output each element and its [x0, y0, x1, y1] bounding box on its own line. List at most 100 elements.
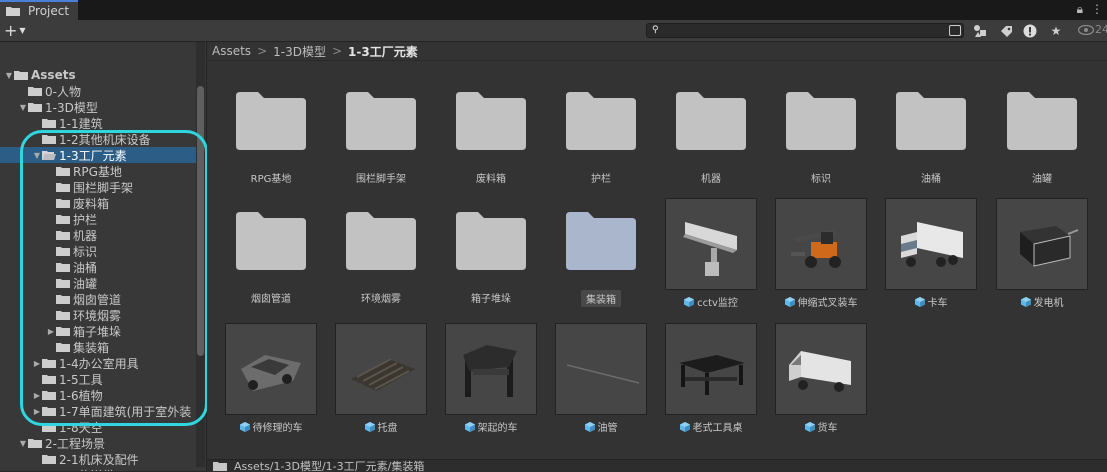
- asset-prefab[interactable]: 货车: [775, 323, 867, 434]
- asset-thumbnail[interactable]: [665, 323, 757, 415]
- asset-prefab[interactable]: 发电机: [996, 198, 1088, 309]
- filter-by-type-icon[interactable]: [972, 23, 988, 39]
- tree-item[interactable]: 围栏脚手架: [46, 179, 133, 195]
- folder-tree[interactable]: ▼ Assets 0-人物 ▼ 1-3D模型 1-1建筑 1-2其他机床设备 ▼ 1-3工厂元素…: [0, 42, 207, 471]
- asset-thumbnail[interactable]: [555, 206, 647, 276]
- asset-prefab[interactable]: 架起的车: [445, 323, 537, 434]
- tree-item[interactable]: 油罐: [46, 275, 97, 291]
- expand-arrow-down-icon[interactable]: ▼: [18, 439, 28, 448]
- asset-thumbnail[interactable]: [775, 198, 867, 290]
- asset-thumbnail[interactable]: [335, 206, 427, 276]
- tree-item[interactable]: ▶ 箱子堆垛: [46, 323, 121, 339]
- asset-folder[interactable]: 烟囱管道: [225, 206, 317, 305]
- tree-item[interactable]: ▶ 1-4办公室用具: [32, 355, 139, 371]
- tree-item[interactable]: ▼ 2-工程场景: [18, 435, 105, 451]
- tree-item[interactable]: 1-1建筑: [32, 115, 103, 131]
- scrollbar-thumb[interactable]: [197, 86, 204, 356]
- expand-arrow-right-icon[interactable]: ▶: [32, 359, 42, 368]
- asset-prefab[interactable]: 油管: [555, 323, 647, 434]
- breadcrumb-assets[interactable]: Assets: [212, 44, 251, 58]
- asset-thumbnail[interactable]: [225, 206, 317, 276]
- tree-item[interactable]: 1-8天空: [32, 419, 103, 435]
- asset-thumbnail[interactable]: [885, 198, 977, 290]
- asset-folder[interactable]: 机器: [665, 86, 757, 185]
- asset-thumbnail[interactable]: [555, 323, 647, 415]
- expand-arrow-down-icon[interactable]: ▼: [18, 103, 28, 112]
- warning-filter-icon[interactable]: [1022, 23, 1038, 39]
- asset-folder[interactable]: 护栏: [555, 86, 647, 185]
- asset-folder[interactable]: 集装箱: [555, 206, 647, 307]
- asset-thumbnail[interactable]: [996, 86, 1088, 156]
- asset-thumbnail[interactable]: [996, 198, 1088, 290]
- asset-folder[interactable]: RPG基地: [225, 86, 317, 185]
- asset-prefab[interactable]: 待修理的车: [225, 323, 317, 434]
- asset-prefab[interactable]: 老式工具桌: [665, 323, 757, 434]
- asset-thumbnail[interactable]: [775, 86, 867, 156]
- asset-folder[interactable]: 油桶: [885, 86, 977, 185]
- breadcrumb-3d-models[interactable]: 1-3D模型: [273, 43, 326, 60]
- folder-icon: [28, 87, 42, 96]
- tree-item[interactable]: ▶ 1-6植物: [32, 387, 103, 403]
- tree-item[interactable]: 烟囱管道: [46, 291, 121, 307]
- asset-folder[interactable]: 围栏脚手架: [335, 86, 427, 185]
- tree-item[interactable]: 油桶: [46, 259, 97, 275]
- tree-item[interactable]: ▶ 1-7单面建筑(用于室外装: [32, 403, 191, 419]
- tree-item[interactable]: 0-人物: [18, 83, 81, 99]
- tree-item[interactable]: 护栏: [46, 211, 97, 227]
- asset-prefab[interactable]: cctv监控: [665, 198, 757, 309]
- filter-by-label-icon[interactable]: [998, 23, 1014, 39]
- asset-label: 烟囱管道: [225, 290, 317, 305]
- favorite-star-icon[interactable]: ★: [1048, 23, 1064, 39]
- asset-folder[interactable]: 环境烟雾: [335, 206, 427, 305]
- tree-item[interactable]: 环境烟雾: [46, 307, 121, 323]
- expand-arrow-down-icon[interactable]: ▼: [32, 151, 42, 160]
- tab-project[interactable]: Project: [0, 0, 78, 20]
- expand-arrow-right-icon[interactable]: ▶: [32, 391, 42, 400]
- asset-thumbnail[interactable]: [885, 86, 977, 156]
- tree-item-label: 1-3D模型: [45, 100, 98, 115]
- tree-item[interactable]: 机器: [46, 227, 97, 243]
- search-by-type-icon[interactable]: [949, 25, 961, 36]
- breadcrumb-current[interactable]: 1-3工厂元素: [348, 43, 418, 60]
- tree-item[interactable]: 标识: [46, 243, 97, 259]
- asset-folder[interactable]: 油罐: [996, 86, 1088, 185]
- tree-item[interactable]: RPG基地: [46, 163, 122, 179]
- asset-prefab[interactable]: 伸缩式叉装车: [775, 198, 867, 309]
- asset-thumbnail[interactable]: [775, 323, 867, 415]
- tree-item[interactable]: 2-1机床及配件: [32, 451, 139, 467]
- visible-count[interactable]: 24: [1078, 23, 1107, 36]
- asset-folder[interactable]: 废料箱: [445, 86, 537, 185]
- tree-item[interactable]: 1-5工具: [32, 371, 103, 387]
- tree-scrollbar[interactable]: [196, 42, 205, 467]
- tree-item[interactable]: 2-2传送带: [32, 467, 115, 472]
- asset-thumbnail[interactable]: [225, 323, 317, 415]
- search-input[interactable]: ⚲: [646, 23, 964, 38]
- asset-thumbnail[interactable]: [335, 86, 427, 156]
- expand-arrow-down-icon[interactable]: ▼: [4, 71, 14, 80]
- create-button[interactable]: + ▼: [4, 21, 26, 40]
- tree-item[interactable]: 1-2其他机床设备: [32, 131, 151, 147]
- asset-thumbnail[interactable]: [445, 206, 537, 276]
- asset-thumbnail[interactable]: [665, 86, 757, 156]
- asset-folder[interactable]: 箱子堆垛: [445, 206, 537, 305]
- tree-item[interactable]: ▼ 1-3工厂元素: [0, 147, 196, 163]
- tree-item[interactable]: ▼ Assets: [4, 67, 76, 83]
- asset-thumbnail[interactable]: [665, 198, 757, 290]
- lock-icon[interactable]: 🔒︎: [1077, 2, 1083, 17]
- expand-arrow-right-icon[interactable]: ▶: [32, 407, 42, 416]
- folder-icon: [42, 375, 56, 384]
- tree-item[interactable]: 集装箱: [46, 339, 109, 355]
- asset-folder[interactable]: 标识: [775, 86, 867, 185]
- asset-prefab[interactable]: 托盘: [335, 323, 427, 434]
- menu-icon[interactable]: ⋮: [1091, 2, 1103, 17]
- asset-thumbnail[interactable]: [445, 86, 537, 156]
- asset-thumbnail[interactable]: [225, 86, 317, 156]
- asset-thumbnail[interactable]: [335, 323, 427, 415]
- asset-thumbnail[interactable]: [445, 323, 537, 415]
- asset-thumbnail[interactable]: [555, 86, 647, 156]
- tree-item-label: 1-4办公室用具: [59, 356, 139, 371]
- asset-prefab[interactable]: 卡车: [885, 198, 977, 309]
- expand-arrow-right-icon[interactable]: ▶: [46, 327, 56, 336]
- tree-item[interactable]: 废料箱: [46, 195, 109, 211]
- tree-item[interactable]: ▼ 1-3D模型: [18, 99, 98, 115]
